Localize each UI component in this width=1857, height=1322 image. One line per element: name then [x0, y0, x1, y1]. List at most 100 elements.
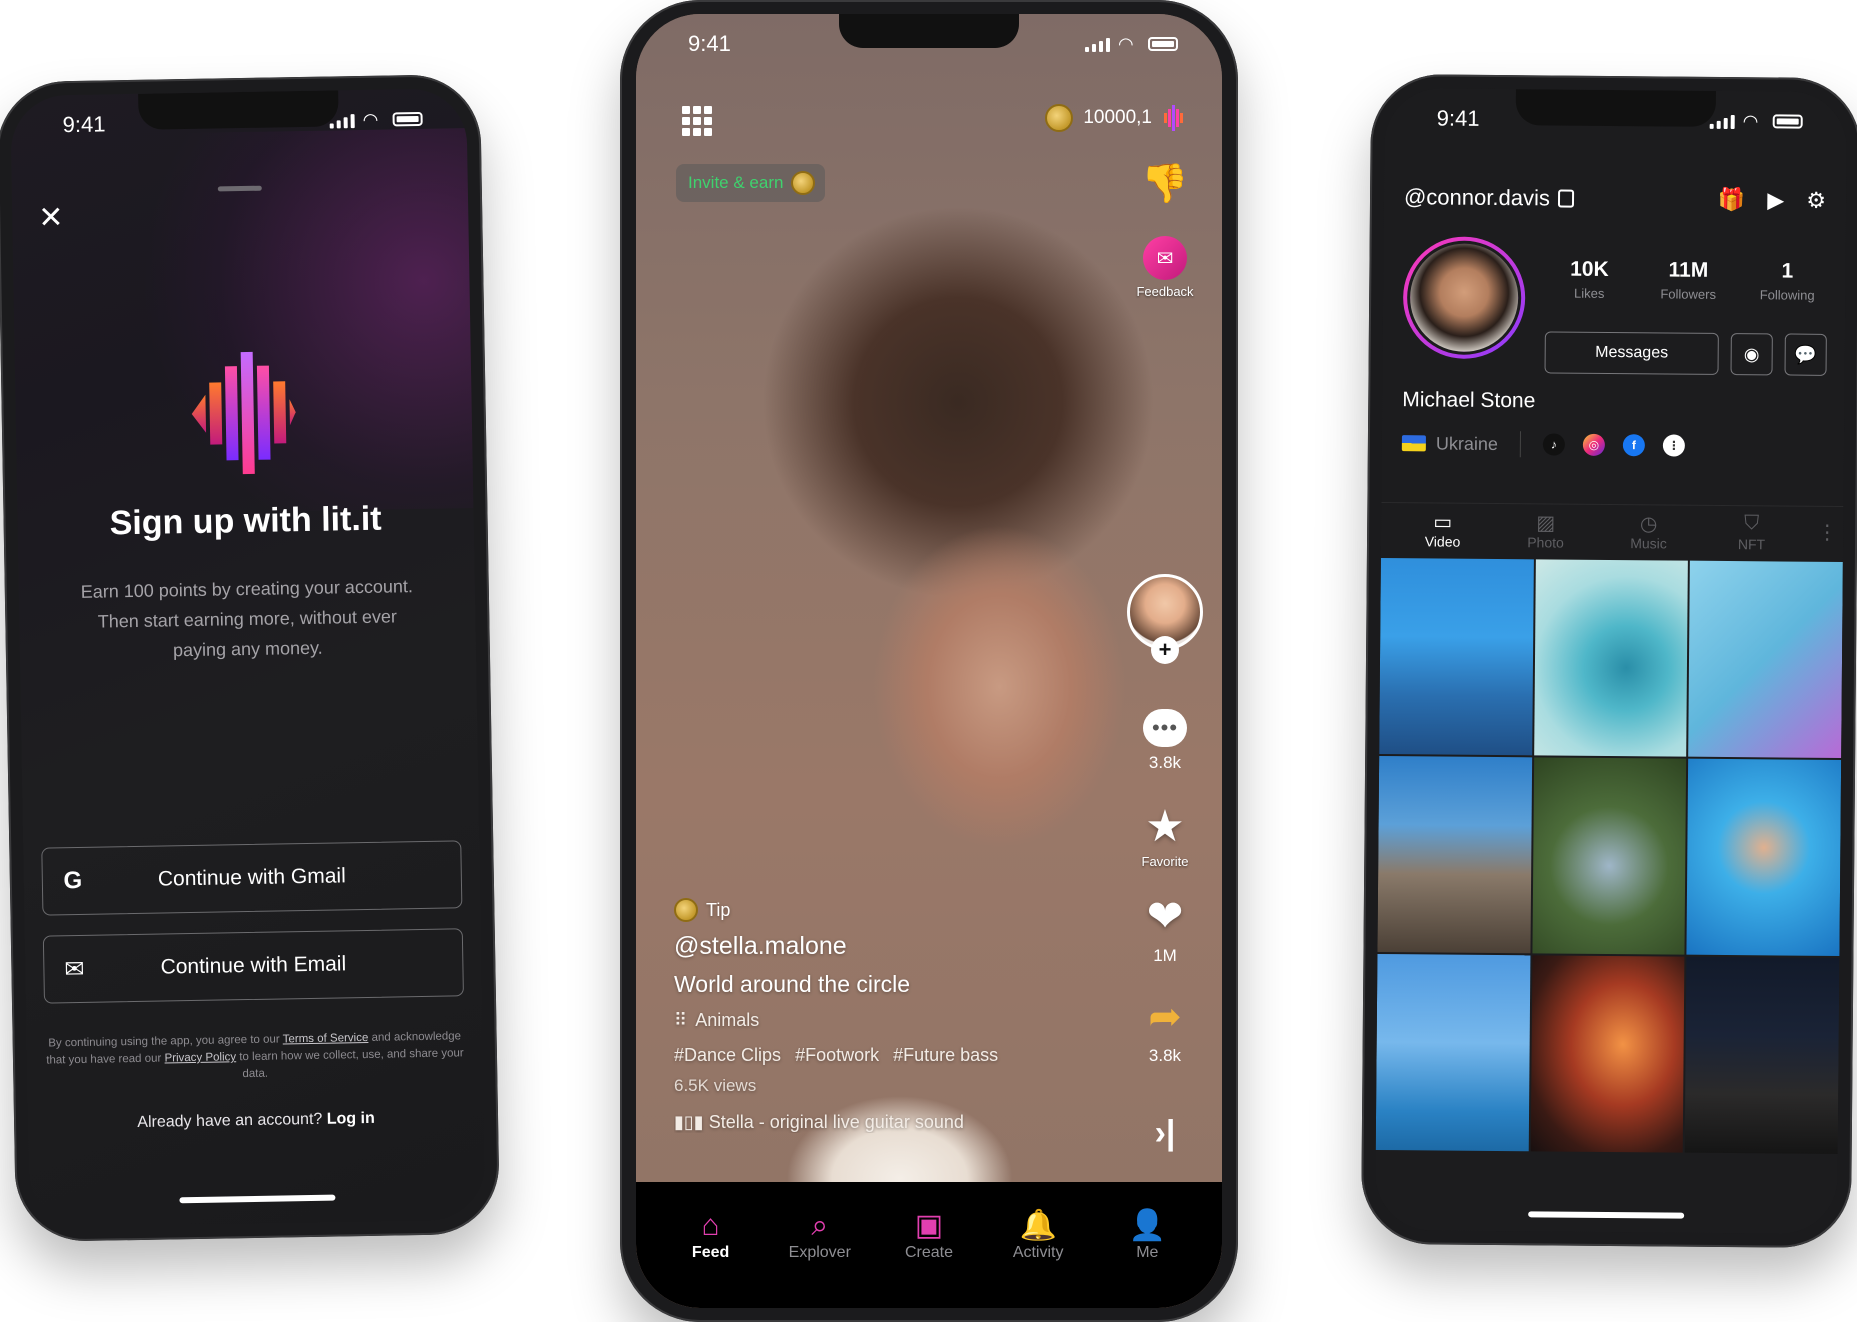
- handle-text: @connor.davis: [1403, 184, 1551, 211]
- search-icon: ⌕: [811, 1209, 829, 1242]
- facebook-icon[interactable]: f: [1622, 434, 1646, 457]
- hashtag[interactable]: #Dance Clips: [674, 1045, 781, 1066]
- likes-stat: 10K Likes: [1549, 257, 1629, 301]
- video-thumbnail[interactable]: [1533, 559, 1689, 757]
- hashtag-list: #Dance Clips #Footwork #Future bass: [674, 1045, 1102, 1066]
- tab-video[interactable]: ▭ Video: [1406, 503, 1478, 561]
- followers-stat[interactable]: 11M Followers: [1648, 258, 1728, 302]
- more-icon[interactable]: ⋮: [1662, 434, 1686, 457]
- eye-icon[interactable]: ◉: [1730, 333, 1773, 376]
- profile-meta: Ukraine ♪ ◎ f ⋮: [1401, 430, 1824, 460]
- play-box-icon[interactable]: ▶: [1767, 187, 1784, 213]
- terms-link[interactable]: Terms of Service: [283, 1032, 369, 1045]
- apps-grid-icon[interactable]: [682, 106, 712, 136]
- video-grid: [1375, 557, 1843, 1234]
- status-icons: ◠: [1085, 35, 1178, 53]
- next-video-button[interactable]: ›|: [1130, 1114, 1200, 1153]
- sound-wave-icon: ▮▯▮: [674, 1112, 709, 1132]
- shares-count: 3.8k: [1148, 1046, 1182, 1065]
- feed-phone: 9:41 ◠ 10000,1 Invite & earn 👎 ✉ Feedbac…: [620, 0, 1238, 1322]
- instagram-icon[interactable]: ◎: [1582, 433, 1606, 456]
- status-bar: 9:41 ◠: [10, 88, 467, 156]
- tip-button[interactable]: Tip: [674, 898, 1102, 922]
- messages-button[interactable]: Messages: [1544, 331, 1719, 375]
- tab-label: Photo: [1527, 534, 1564, 551]
- tab-label: Feed: [691, 1244, 730, 1261]
- video-thumbnail[interactable]: [1377, 755, 1532, 954]
- creator-username[interactable]: @stella.malone: [674, 932, 1102, 961]
- signal-icon: [1709, 113, 1735, 130]
- profile-handle[interactable]: @connor.davis: [1404, 184, 1574, 211]
- tab-label: Explover: [788, 1244, 851, 1261]
- follow-plus-icon[interactable]: +: [1151, 636, 1179, 664]
- hashtag[interactable]: #Future bass: [893, 1045, 998, 1066]
- following-stat[interactable]: 1 Following: [1747, 259, 1827, 303]
- tab-explover[interactable]: ⌕ Explover: [772, 1182, 868, 1308]
- favorite-button[interactable]: ★ Favorite: [1130, 804, 1200, 870]
- video-thumbnail[interactable]: [1532, 757, 1687, 955]
- tab-nft[interactable]: ⛉ NFT: [1715, 506, 1787, 564]
- share-arrow-icon: ➦: [1148, 995, 1182, 1039]
- signup-description: Earn 100 points by creating your account…: [80, 576, 414, 661]
- coin-icon: [791, 171, 816, 195]
- legal-prefix: By continuing using the app, you agree t…: [48, 1033, 280, 1050]
- hashtag[interactable]: #Footwork: [795, 1045, 879, 1066]
- category-grid-icon: ⠿: [674, 1010, 688, 1030]
- invite-earn-button[interactable]: Invite & earn: [676, 164, 826, 202]
- video-thumbnail[interactable]: [1686, 758, 1842, 957]
- dislike-button[interactable]: 👎: [1130, 162, 1200, 206]
- bell-icon: 🔔: [1019, 1209, 1057, 1242]
- video-icon: ▭: [1433, 511, 1453, 534]
- home-indicator[interactable]: [179, 1194, 336, 1204]
- tab-activity[interactable]: 🔔 Activity: [990, 1182, 1086, 1308]
- video-thumbnail[interactable]: [1688, 560, 1843, 759]
- continue-gmail-button[interactable]: G Continue with Gmail: [41, 840, 463, 916]
- signup-phone: 9:41 ◠ ✕ Sign up with lit.it Earn 100 po…: [0, 73, 501, 1243]
- header-actions: 🎁 ▶ ⚙: [1718, 187, 1826, 214]
- gmail-button-label: Continue with Gmail: [157, 864, 346, 891]
- status-bar: 9:41 ◠: [636, 14, 1222, 74]
- tiktok-icon[interactable]: ♪: [1542, 433, 1566, 456]
- nft-icon: ⛉: [1744, 512, 1760, 535]
- sound-track[interactable]: ▮▯▮ Stella - original live guitar sound: [674, 1112, 1102, 1133]
- mail-icon: ✉: [64, 955, 85, 983]
- feedback-button[interactable]: ✉ Feedback: [1130, 236, 1200, 299]
- gear-icon[interactable]: ⚙: [1806, 188, 1826, 214]
- category-tag[interactable]: ⠿ Animals: [674, 1010, 1102, 1031]
- tab-music[interactable]: ◷ Music: [1612, 505, 1684, 563]
- chat-icon[interactable]: 💬: [1784, 333, 1827, 376]
- video-thumbnail[interactable]: [1530, 955, 1685, 1153]
- views-count: 6.5K views: [674, 1076, 757, 1095]
- login-link[interactable]: Log in: [327, 1110, 375, 1128]
- tab-me[interactable]: 👤 Me: [1099, 1182, 1195, 1308]
- stat-value: 11M: [1668, 258, 1709, 282]
- profile-avatar[interactable]: [1402, 236, 1526, 360]
- share-button[interactable]: ➦ 3.8k: [1130, 994, 1200, 1066]
- video-thumbnail[interactable]: [1379, 557, 1534, 756]
- tab-create[interactable]: ▣ Create: [881, 1182, 977, 1308]
- copy-icon[interactable]: [1557, 189, 1574, 208]
- video-thumbnail[interactable]: [1375, 953, 1531, 1152]
- video-thumbnail[interactable]: [1685, 956, 1840, 1154]
- thumbs-down-icon: 👎: [1141, 163, 1189, 205]
- login-prompt: Already have an account? Log in: [28, 1108, 484, 1134]
- comments-button[interactable]: ••• 3.8k: [1130, 709, 1200, 773]
- creator-avatar[interactable]: +: [1127, 574, 1203, 664]
- action-column: 👎 ✉ Feedback + ••• 3.8k ★ Favorite ❤ 1M …: [1127, 14, 1203, 1308]
- sheet-handle[interactable]: [217, 185, 262, 192]
- tab-photo[interactable]: ▨ Photo: [1509, 504, 1581, 562]
- invite-label: Invite & earn: [688, 173, 784, 192]
- continue-email-button[interactable]: ✉ Continue with Email: [42, 928, 464, 1004]
- close-icon[interactable]: ✕: [38, 201, 64, 234]
- more-tabs-icon[interactable]: ⋮: [1817, 520, 1837, 545]
- gift-icon[interactable]: 🎁: [1718, 187, 1746, 213]
- likes-count: 1M: [1153, 946, 1177, 965]
- tab-feed[interactable]: ⌂ Feed: [663, 1182, 759, 1308]
- tab-label: Music: [1630, 535, 1667, 552]
- bottom-tab-bar: ⌂ Feed ⌕ Explover ▣ Create 🔔 Activity 👤: [636, 1182, 1222, 1308]
- profile-header: @connor.davis 🎁 ▶ ⚙: [1404, 184, 1826, 214]
- stat-value: 10K: [1570, 257, 1609, 281]
- privacy-link[interactable]: Privacy Policy: [164, 1051, 236, 1064]
- coin-icon: [674, 898, 698, 922]
- like-button[interactable]: ❤ 1M: [1130, 894, 1200, 966]
